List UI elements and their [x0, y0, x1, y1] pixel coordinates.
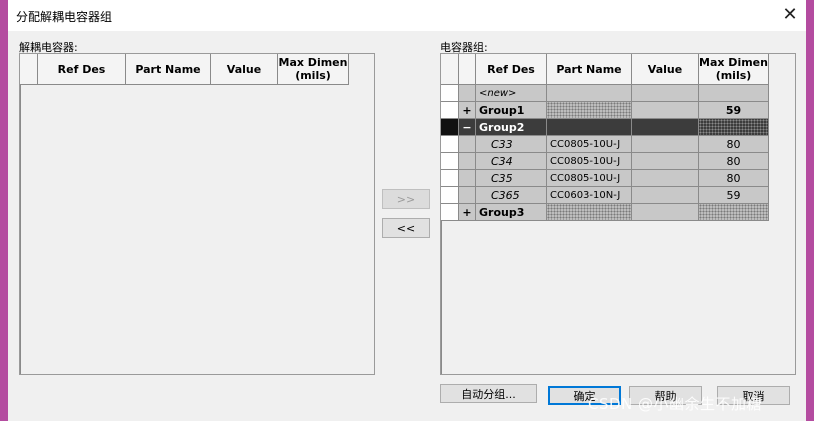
background-strip — [806, 0, 814, 421]
group-name-cell[interactable]: Group1 — [476, 102, 547, 119]
row-header[interactable] — [441, 153, 459, 170]
right-col-maxdimen[interactable]: Max Dimen (mils) — [699, 54, 769, 85]
row-header[interactable] — [441, 85, 459, 102]
table-cell — [632, 102, 699, 119]
assign-decoupling-cap-groups-dialog: 分配解耦电容器组 ✕ 解耦电容器: Ref Des Part Name Valu… — [8, 0, 806, 421]
row-header[interactable] — [441, 136, 459, 153]
mixed-value-cell — [699, 204, 769, 221]
expander-col-header — [459, 54, 476, 85]
right-col-value[interactable]: Value — [632, 54, 699, 85]
mixed-value-cell — [699, 119, 769, 136]
group-name-cell[interactable]: Group2 — [476, 119, 547, 136]
table-cell — [632, 85, 699, 102]
expand-icon[interactable]: + — [459, 102, 476, 119]
left-col-partname[interactable]: Part Name — [126, 54, 211, 85]
move-right-button[interactable]: >> — [382, 189, 430, 209]
table-cell — [547, 119, 632, 136]
row-header[interactable] — [441, 187, 459, 204]
refdes-cell[interactable]: C33 — [476, 136, 547, 153]
collapse-icon[interactable]: − — [459, 119, 476, 136]
mixed-value-cell — [547, 102, 632, 119]
auto-group-button[interactable]: 自动分组... — [440, 384, 537, 403]
row-header[interactable] — [441, 170, 459, 187]
move-left-button[interactable]: << — [382, 218, 430, 238]
max-dimen-cell: 80 — [699, 170, 769, 187]
expand-icon[interactable]: + — [459, 204, 476, 221]
refdes-cell[interactable]: C365 — [476, 187, 547, 204]
watermark-text: CSDN @小幽余生不加糖 — [588, 395, 763, 413]
table-cell — [632, 204, 699, 221]
table-cell — [632, 119, 699, 136]
row-expander — [459, 187, 476, 204]
table-cell — [547, 85, 632, 102]
close-icon[interactable]: ✕ — [778, 3, 802, 27]
left-col-refdes[interactable]: Ref Des — [38, 54, 126, 85]
max-dimen-cell: 59 — [699, 187, 769, 204]
row-header[interactable] — [441, 119, 459, 136]
refdes-cell[interactable]: C35 — [476, 170, 547, 187]
grid-corner — [441, 54, 459, 85]
max-dimen-cell: 80 — [699, 153, 769, 170]
row-expander — [459, 153, 476, 170]
value-cell — [632, 136, 699, 153]
group-name-cell[interactable]: Group3 — [476, 204, 547, 221]
table-cell — [699, 85, 769, 102]
value-cell — [632, 170, 699, 187]
left-col-maxdimen[interactable]: Max Dimen (mils) — [278, 54, 349, 85]
decoupling-caps-grid[interactable]: Ref Des Part Name Value Max Dimen (mils) — [19, 53, 375, 375]
refdes-cell[interactable]: C34 — [476, 153, 547, 170]
row-header[interactable] — [441, 102, 459, 119]
max-dimen-cell: 59 — [699, 102, 769, 119]
new-group-cell[interactable]: <new> — [476, 85, 547, 102]
partname-cell: CC0805-10U-J — [547, 153, 632, 170]
value-cell — [632, 153, 699, 170]
right-col-refdes[interactable]: Ref Des — [476, 54, 547, 85]
grid-corner — [20, 54, 38, 85]
partname-cell: CC0805-10U-J — [547, 136, 632, 153]
value-cell — [632, 187, 699, 204]
right-grid-rowhead-line — [441, 221, 442, 374]
max-dimen-cell: 80 — [699, 136, 769, 153]
dialog-title: 分配解耦电容器组 — [16, 10, 113, 24]
left-grid-rowhead-line — [20, 85, 21, 374]
right-col-partname[interactable]: Part Name — [547, 54, 632, 85]
row-expander — [459, 170, 476, 187]
partname-cell: CC0603-10N-J — [547, 187, 632, 204]
cap-groups-grid[interactable]: Ref Des Part Name Value Max Dimen (mils)… — [440, 53, 796, 375]
mixed-value-cell — [547, 204, 632, 221]
row-expander — [459, 85, 476, 102]
row-expander — [459, 136, 476, 153]
row-header[interactable] — [441, 204, 459, 221]
left-col-value[interactable]: Value — [211, 54, 278, 85]
title-bar: 分配解耦电容器组 ✕ — [8, 0, 806, 31]
partname-cell: CC0805-10U-J — [547, 170, 632, 187]
